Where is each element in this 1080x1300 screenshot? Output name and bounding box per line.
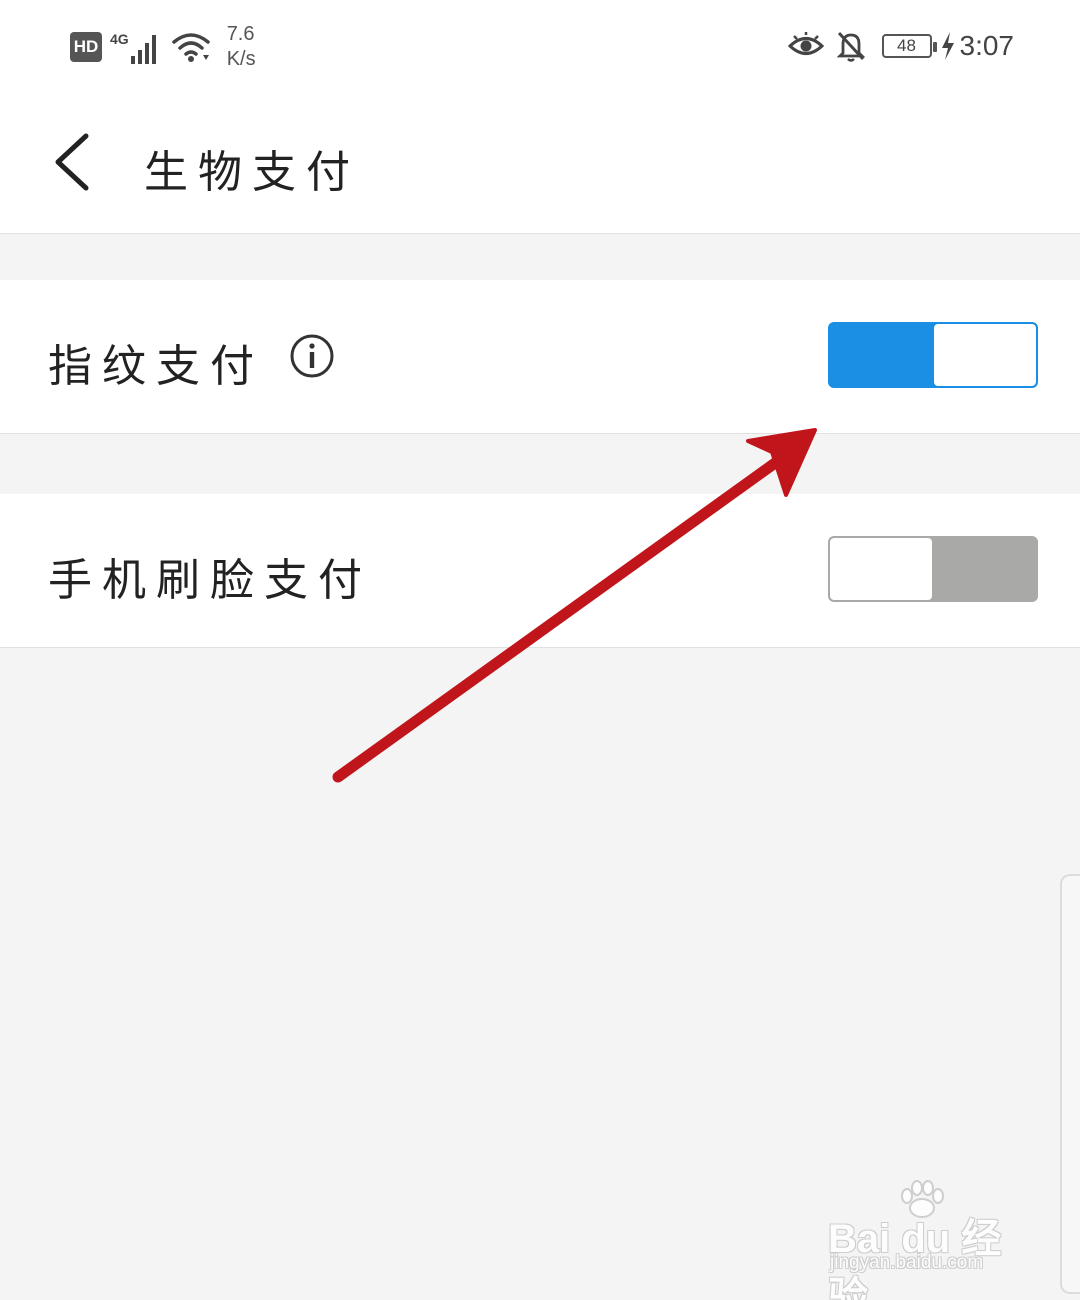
back-button[interactable]: [46, 130, 106, 194]
charging-icon: [941, 32, 954, 60]
setting-row-face[interactable]: 手机刷脸支付: [0, 494, 1080, 648]
edge-scroll-handle[interactable]: [1060, 874, 1080, 1294]
fingerprint-toggle[interactable]: [828, 322, 1038, 388]
network-type: 4G: [110, 31, 129, 47]
info-icon[interactable]: [288, 332, 336, 380]
watermark: Bai du 经验 jingyan.baidu.com: [826, 1180, 1026, 1300]
face-pay-toggle[interactable]: [828, 536, 1038, 602]
status-bar: HD 4G 7.6 K/s 48 3:07: [0, 0, 1080, 92]
bell-off-icon: [836, 31, 865, 62]
chevron-left-icon: [55, 133, 89, 191]
eye-icon: [787, 32, 824, 55]
setting-row-fingerprint[interactable]: 指纹支付: [0, 280, 1080, 434]
page-header: 生物支付: [0, 92, 1080, 234]
status-left: HD 4G 7.6 K/s: [70, 22, 256, 72]
page-title: 生物支付: [144, 147, 360, 198]
hd-badge: HD: [70, 32, 102, 62]
setting-label: 手机刷脸支付: [48, 555, 372, 606]
toggle-knob: [830, 538, 932, 600]
wifi-icon: [171, 33, 210, 62]
battery-indicator: 48: [881, 34, 937, 58]
toggle-knob: [934, 324, 1036, 386]
watermark-sub: jingyan.baidu.com: [830, 1252, 984, 1273]
setting-label: 指纹支付: [48, 341, 264, 392]
status-right: 48 3:07: [787, 26, 1015, 66]
speed-value: 7.6: [226, 23, 255, 45]
status-time: 3:07: [959, 30, 1015, 61]
network-speed: 7.6 K/s: [227, 22, 256, 72]
signal-icon: [130, 35, 156, 64]
speed-unit: K/s: [226, 48, 256, 70]
